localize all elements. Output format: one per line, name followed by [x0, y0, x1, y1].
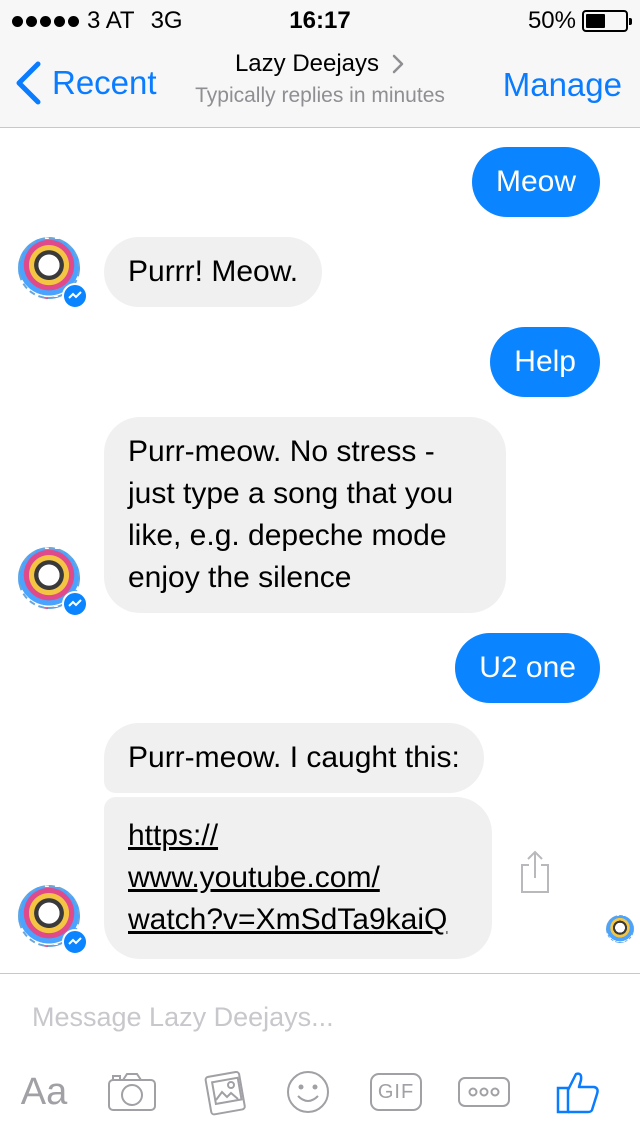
status-right: 50%	[527, 7, 632, 35]
conversation-title[interactable]: Lazy Deejays	[235, 50, 405, 78]
aa-label: Aa	[20, 1070, 68, 1113]
message-text: Help	[514, 345, 576, 378]
battery-icon	[582, 10, 632, 32]
conversation-title-text: Lazy Deejays	[234, 50, 380, 77]
photo-icon	[204, 1070, 246, 1116]
back-label: Recent	[52, 64, 157, 101]
message-text: U2 one	[479, 651, 576, 684]
like-button[interactable]	[552, 1064, 604, 1120]
photo-button[interactable]	[198, 1064, 254, 1120]
conversation-header[interactable]: Lazy Deejays Typically replies in minute…	[170, 50, 470, 108]
messenger-badge-icon	[62, 283, 88, 309]
camera-button[interactable]	[104, 1064, 160, 1120]
message-line: just type a song that you	[128, 477, 454, 510]
emoji-icon	[287, 1071, 329, 1113]
message-text: Purrr! Meow.	[128, 255, 299, 288]
battery-fill	[586, 14, 605, 28]
message-line: like, e.g. depeche mode	[128, 519, 447, 552]
read-receipt-avatar	[606, 915, 634, 943]
youtube-link[interactable]: www.youtube.com/	[128, 857, 468, 899]
conversation-subtitle: Typically replies in minutes	[195, 84, 445, 107]
camera-icon	[108, 1073, 156, 1111]
composer: Message Lazy Deejays... Aa GIF	[0, 973, 640, 1136]
messenger-badge-icon	[62, 929, 88, 955]
back-button[interactable]: Recent	[14, 60, 157, 106]
message-text: Meow	[495, 165, 576, 198]
link-message-bubble[interactable]: https:// www.youtube.com/ watch?v=XmSdTa…	[104, 797, 492, 959]
message-bubble-outgoing[interactable]: Meow	[471, 147, 600, 217]
message-input[interactable]: Message Lazy Deejays...	[32, 1002, 592, 1042]
status-bar: 3 AT 3G 16:17 50%	[0, 0, 640, 40]
gif-button[interactable]: GIF	[368, 1064, 424, 1120]
battery-percent: 50%	[527, 7, 576, 34]
back-chevron-icon	[16, 61, 41, 105]
more-button[interactable]	[456, 1064, 512, 1120]
message-bubble-incoming[interactable]: Purr-meow. I caught this:	[104, 723, 484, 793]
more-icon	[458, 1077, 510, 1107]
manage-button[interactable]: Manage	[503, 66, 622, 104]
message-line: enjoy the silence	[128, 561, 352, 594]
message-thread[interactable]: Meow Purrr! Meow. Help Purr-meow. No str…	[0, 129, 640, 973]
youtube-link[interactable]: https://	[128, 815, 468, 857]
message-bubble-incoming[interactable]: Purr-meow. No stress - just type a song …	[104, 417, 506, 613]
text-format-button[interactable]: Aa	[16, 1064, 72, 1120]
message-bubble-outgoing[interactable]: U2 one	[455, 633, 600, 703]
message-bubble-incoming[interactable]: Purrr! Meow.	[104, 237, 323, 307]
message-text: Purr-meow. I caught this:	[128, 741, 460, 774]
messenger-badge-icon	[62, 591, 88, 617]
message-line: Purr-meow. No stress -	[128, 435, 435, 468]
gif-label: GIF	[377, 1080, 415, 1103]
composer-toolbar: Aa GIF	[0, 1064, 640, 1124]
message-bubble-outgoing[interactable]: Help	[490, 327, 600, 397]
nav-bar: Recent Lazy Deejays Typically replies in…	[0, 40, 640, 128]
youtube-link[interactable]: watch?v=XmSdTa9kaiQ	[128, 899, 468, 941]
like-icon	[556, 1072, 599, 1114]
share-icon[interactable]	[518, 849, 552, 895]
chevron-right-icon	[392, 54, 404, 74]
emoji-button[interactable]	[284, 1064, 332, 1120]
